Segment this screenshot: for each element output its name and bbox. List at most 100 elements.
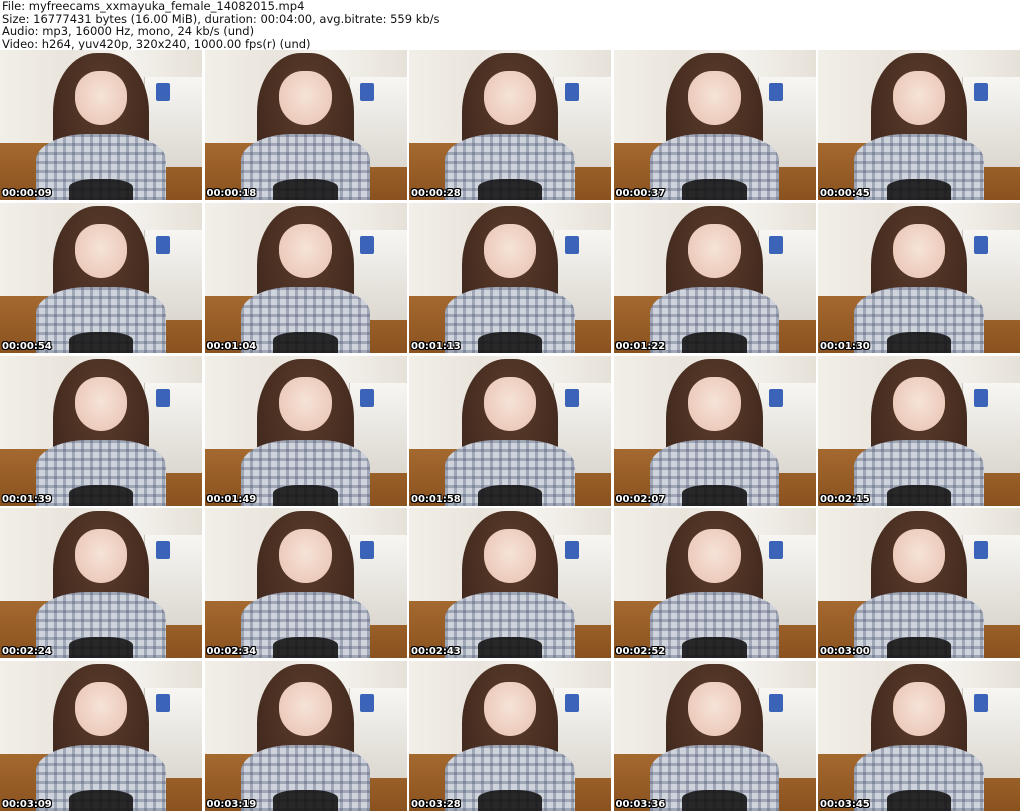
thumbnail-timestamp: 00:00:18 [206, 188, 257, 199]
thumbnail-blue-item [155, 694, 170, 712]
thumbnail-face [279, 529, 332, 584]
video-thumbnail: 00:00:54 [0, 202, 202, 353]
thumbnail-blue-item [155, 235, 170, 254]
thumbnail-timestamp: 00:01:39 [2, 493, 52, 505]
thumbnail-legs [477, 484, 543, 506]
thumbnail-timestamp: 00:02:34 [206, 646, 257, 658]
thumbnail-legs [68, 331, 134, 353]
thumbnail-legs [886, 484, 952, 506]
thumbnail-timestamp: 00:03:36 [615, 799, 666, 810]
thumbnail-face [483, 223, 537, 278]
thumbnail-blue-item [564, 235, 579, 254]
thumbnail-legs [68, 484, 134, 506]
video-thumbnail: 00:01:49 [204, 355, 407, 506]
video-thumbnail: 00:03:36 [613, 661, 816, 811]
thumbnail-legs [886, 179, 952, 200]
thumbnail-timestamp: 00:01:22 [615, 340, 666, 352]
video-thumbnail: 00:01:13 [409, 202, 611, 353]
thumbnail-legs [273, 637, 338, 659]
thumbnail-blue-item [360, 235, 375, 254]
thumbnail-legs [682, 790, 747, 811]
thumbnail-timestamp: 00:01:04 [206, 340, 257, 352]
thumbnail-timestamp: 00:00:54 [2, 340, 52, 352]
thumbnail-timestamp: 00:03:09 [2, 799, 52, 810]
thumbnail-timestamp: 00:03:28 [411, 799, 461, 810]
thumbnail-face [892, 71, 946, 125]
thumbnail-legs [68, 790, 134, 811]
video-thumbnail: 00:02:43 [409, 508, 611, 659]
video-thumbnail: 00:00:37 [613, 50, 816, 200]
thumbnail-blue-item [973, 541, 988, 560]
thumbnail-face [483, 529, 537, 584]
thumbnail-timestamp: 00:02:07 [615, 493, 666, 505]
video-thumbnail: 00:03:45 [818, 661, 1020, 811]
video-thumbnail: 00:00:09 [0, 50, 202, 200]
thumbnail-timestamp: 00:01:49 [206, 493, 257, 505]
thumbnail-timestamp: 00:01:30 [820, 340, 870, 352]
thumbnail-legs [477, 637, 543, 659]
video-thumbnail: 00:01:39 [0, 355, 202, 506]
video-thumbnail: 00:02:24 [0, 508, 202, 659]
thumbnail-blue-item [973, 388, 988, 407]
thumbnail-blue-item [155, 388, 170, 407]
thumbnail-face [483, 376, 537, 431]
thumbnail-legs [682, 637, 747, 659]
video-thumbnail: 00:02:52 [613, 508, 816, 659]
thumbnail-blue-item [769, 694, 784, 712]
video-thumbnail: 00:02:34 [204, 508, 407, 659]
thumbnail-face [892, 529, 946, 584]
thumbnail-blue-item [360, 541, 375, 560]
video-info-line: Video: h264, yuv420p, 320x240, 1000.00 f… [2, 36, 311, 51]
thumbnail-timestamp: 00:00:45 [820, 188, 870, 199]
thumbnail-face [688, 682, 741, 736]
thumbnail-blue-item [769, 83, 784, 101]
video-thumbnail: 00:01:22 [613, 202, 816, 353]
thumbnail-legs [273, 484, 338, 506]
thumbnail-legs [682, 331, 747, 353]
thumbnail-face [279, 71, 332, 125]
thumbnail-face [74, 376, 128, 431]
thumbnail-face [892, 682, 946, 736]
video-thumbnail: 00:03:00 [818, 508, 1020, 659]
thumbnail-face [892, 376, 946, 431]
thumbnail-blue-item [155, 83, 170, 101]
video-thumbnail: 00:01:58 [409, 355, 611, 506]
thumbnail-timestamp: 00:02:43 [411, 646, 461, 658]
thumbnail-blue-item [360, 694, 375, 712]
thumbnail-blue-item [973, 694, 988, 712]
thumbnail-blue-item [564, 541, 579, 560]
thumbnail-timestamp: 00:03:45 [820, 799, 870, 810]
thumbnail-legs [68, 179, 134, 200]
thumbnail-legs [886, 637, 952, 659]
thumbnail-face [688, 223, 741, 278]
thumbnail-face [74, 529, 128, 584]
thumbnail-timestamp: 00:03:19 [206, 799, 257, 810]
thumbnail-blue-item [360, 388, 375, 407]
thumbnail-blue-item [564, 83, 579, 101]
thumbnail-blue-item [769, 541, 784, 560]
thumbnail-timestamp: 00:03:00 [820, 646, 870, 658]
thumbnail-timestamp: 00:00:28 [411, 188, 461, 199]
thumbnail-timestamp: 00:02:52 [615, 646, 666, 658]
thumbnail-legs [682, 484, 747, 506]
thumbnail-timestamp: 00:02:15 [820, 493, 870, 505]
thumbnail-blue-item [769, 388, 784, 407]
thumbnail-timestamp: 00:00:09 [2, 188, 52, 199]
video-thumbnail: 00:00:18 [204, 50, 407, 200]
thumbnail-blue-item [973, 83, 988, 101]
thumbnail-timestamp: 00:02:24 [2, 646, 52, 658]
thumbnail-timestamp: 00:00:37 [615, 188, 666, 199]
thumbnail-grid: 00:00:09 00:00:18 00:00:28 00:00:37 00:00:45… [0, 50, 1024, 811]
video-thumbnail: 00:00:45 [818, 50, 1020, 200]
video-thumbnail: 00:02:07 [613, 355, 816, 506]
video-thumbnail: 00:00:28 [409, 50, 611, 200]
file-name-line: File: myfreecams_xxmayuka_female_1408201… [2, 0, 305, 13]
thumbnail-timestamp: 00:01:13 [411, 340, 461, 352]
thumbnail-face [688, 71, 741, 125]
thumbnail-blue-item [564, 694, 579, 712]
thumbnail-blue-item [769, 235, 784, 254]
thumbnail-face [279, 223, 332, 278]
thumbnail-blue-item [564, 388, 579, 407]
thumbnail-legs [273, 331, 338, 353]
thumbnail-legs [477, 790, 543, 811]
